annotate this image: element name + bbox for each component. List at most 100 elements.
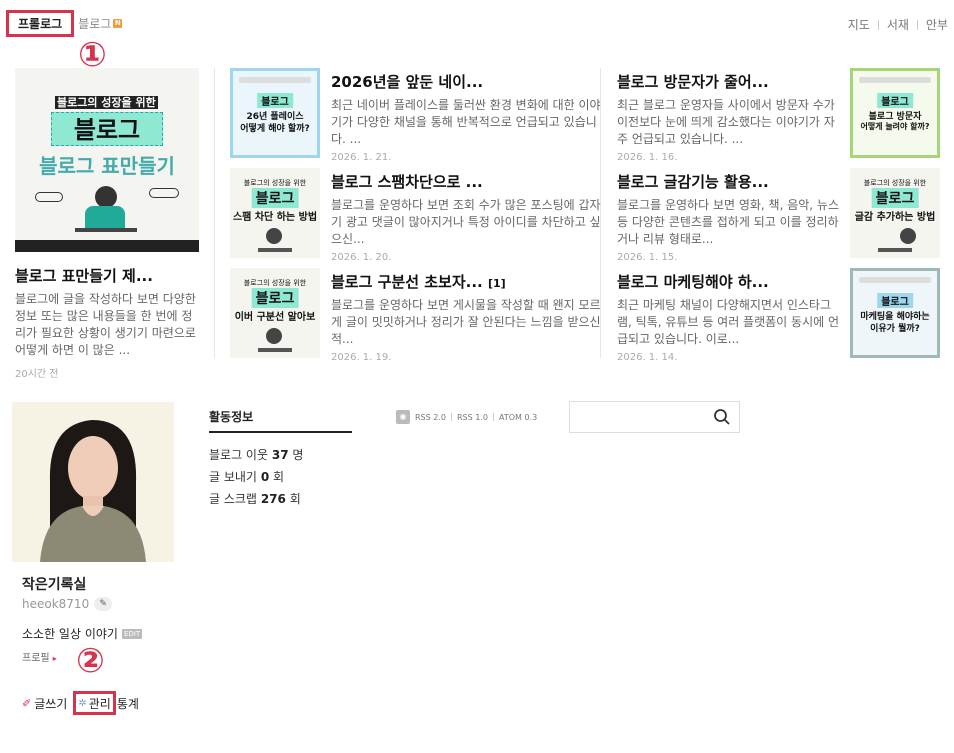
thumb-label: 블로그 <box>251 188 299 208</box>
feature-post[interactable]: 블로그의 성장을 위한 블로그 블로그 표만들기 블로그 표만들기 제... 블… <box>15 68 200 380</box>
thumb-label: 블로그 <box>871 188 919 208</box>
post-date: 2026. 1. 20. <box>331 252 392 263</box>
illustration-desk <box>75 228 137 232</box>
thumb-art: 블로그 블로그 방문자 어떻게 늘려야 할까? <box>850 68 940 158</box>
rss1-link[interactable]: RSS 1.0 <box>457 413 488 422</box>
thumb-line: 글감 추가하는 방법 <box>854 212 936 223</box>
thumb-line: 이유가 뭘까? <box>870 324 920 334</box>
thumb-art: 블로그 26년 플레이스 어떻게 해야 할까? <box>230 68 320 158</box>
new-badge: N <box>113 18 123 28</box>
post-thumbnail[interactable]: 블로그 블로그 방문자 어떻게 늘려야 할까? <box>850 68 940 158</box>
illustration-person <box>95 186 117 208</box>
illustration-person <box>900 228 916 244</box>
post-title[interactable]: 블로그 마케팅해야 하... <box>617 271 842 292</box>
thumb-bar <box>239 77 311 83</box>
thumb-label: 블로그의 성장을 위한 <box>243 179 307 187</box>
stats-button[interactable]: 통계 <box>117 695 139 712</box>
tab-blog[interactable]: 블로그 N <box>78 15 123 32</box>
post-item[interactable]: 블로그 마케팅해야 하... 최근 마케팅 채널이 다양해지면서 인스타그램, … <box>617 271 842 363</box>
rss-icon: ◉ <box>396 410 410 424</box>
thumb-art: 블로그의 성장을 위한 블로그 이버 구분선 알아보 <box>230 268 320 358</box>
thumb-label: 블로그의 성장을 위한 <box>243 279 307 287</box>
post-thumbnail[interactable]: 블로그의 성장을 위한 블로그 스팸 차단 하는 방법 <box>230 168 320 258</box>
rss2-link[interactable]: RSS 2.0 <box>415 413 446 422</box>
post-item[interactable]: 블로그 구분선 초보자... [1] 블로그를 운영하다 보면 게시물을 작성할… <box>331 271 601 363</box>
profile-desc: 소소한 일상 이야기 <box>22 627 118 641</box>
profile-link-label: 프로필 <box>22 653 50 664</box>
post-title[interactable]: 블로그 스팸차단으로 ... <box>331 171 601 192</box>
profile-name: 작은기록실 <box>22 577 87 593</box>
search-icon[interactable] <box>713 408 731 426</box>
write-label: 글쓰기 <box>34 696 68 711</box>
callout-one: ① <box>78 35 107 75</box>
thumb-line: 스팸 차단 하는 방법 <box>232 212 318 223</box>
write-button[interactable]: ✐ 글쓰기 <box>22 695 67 712</box>
illustration-desk <box>878 248 912 252</box>
edit-button[interactable]: EDIT <box>121 628 143 639</box>
menu-library[interactable]: 서재 <box>887 16 909 33</box>
post-item[interactable]: 블로그 방문자가 줄어... 최근 블로그 운영자들 사이에서 방문자 수가 이… <box>617 71 842 163</box>
rss-links: ◉ RSS 2.0 RSS 1.0 ATOM 0.3 <box>396 410 537 424</box>
activity-value[interactable]: 0 <box>261 470 269 484</box>
illustration-person <box>266 328 282 344</box>
top-right-menu: 지도 서재 안부 <box>848 16 948 33</box>
post-excerpt: 블로그를 운영하다 보면 영화, 책, 음악, 뉴스 등 다양한 콘텐츠를 접하… <box>617 198 840 246</box>
post-item[interactable]: 2026년을 앞둔 네이... 최근 네이버 플레이스를 둘러싼 환경 변화에 … <box>331 71 601 163</box>
activity-row: 블로그 이웃 37 명 <box>209 446 352 463</box>
activity-unit: 회 <box>273 470 285 484</box>
illustration-bubble <box>149 188 179 198</box>
thumb-title: 블로그 <box>51 112 163 146</box>
comment-count[interactable]: [1] <box>488 277 506 290</box>
thumb-label: 블로그 <box>251 288 299 308</box>
gear-icon: ✲ <box>78 697 87 709</box>
post-item[interactable]: 블로그 스팸차단으로 ... 블로그를 운영하다 보면 조회 수가 많은 포스팅… <box>331 171 601 263</box>
divider <box>492 413 494 421</box>
menu-map[interactable]: 지도 <box>848 16 870 33</box>
post-date: 2026. 1. 19. <box>331 352 392 363</box>
search-input[interactable] <box>569 401 740 433</box>
tab-prologue[interactable]: 프롤로그 <box>6 9 75 37</box>
thumb-art: 블로그 마케팅을 해야하는 이유가 뭘까? <box>850 268 940 358</box>
post-date: 2026. 1. 15. <box>617 252 678 263</box>
thumb-footer <box>15 240 199 252</box>
thumb-bar <box>859 77 931 83</box>
post-title[interactable]: 블로그 구분선 초보자... <box>331 273 483 291</box>
menu-guestbook[interactable]: 안부 <box>926 16 948 33</box>
post-thumbnail[interactable]: 블로그 마케팅을 해야하는 이유가 뭘까? <box>850 268 940 358</box>
feature-post-title[interactable]: 블로그 표만들기 제... <box>15 265 200 286</box>
thumb-subtitle: 블로그의 성장을 위한 <box>55 96 158 109</box>
post-title[interactable]: 블로그 방문자가 줄어... <box>617 71 842 92</box>
profile-photo[interactable] <box>12 402 174 562</box>
thumb-label: 블로그의 성장을 위한 <box>863 179 927 187</box>
post-title[interactable]: 2026년을 앞둔 네이... <box>331 71 601 92</box>
profile-link[interactable]: 프로필 ▸ <box>22 649 57 664</box>
atom-link[interactable]: ATOM 0.3 <box>499 413 537 422</box>
post-thumbnail[interactable]: 블로그의 성장을 위한 블로그 이버 구분선 알아보 <box>230 268 320 358</box>
admin-button[interactable]: ✲ 관리 <box>73 691 116 715</box>
activity-value[interactable]: 37 <box>272 448 289 462</box>
avatar <box>12 402 174 562</box>
activity-unit: 회 <box>289 492 301 506</box>
post-excerpt: 최근 네이버 플레이스를 둘러싼 환경 변화에 대한 이야기가 다양한 채널을 … <box>331 98 601 146</box>
thumb-label: 블로그 <box>877 93 913 108</box>
post-item[interactable]: 블로그 글감기능 활용... 블로그를 운영하다 보면 영화, 책, 음악, 뉴… <box>617 171 842 263</box>
feature-thumbnail[interactable]: 블로그의 성장을 위한 블로그 블로그 표만들기 <box>15 68 199 252</box>
post-title-row: 블로그 구분선 초보자... [1] <box>331 271 601 292</box>
activity-label: 블로그 이웃 <box>209 448 269 462</box>
top-tabs: 프롤로그 블로그 N <box>6 9 123 37</box>
illustration-person <box>266 228 282 244</box>
post-thumbnail[interactable]: 블로그의 성장을 위한 블로그 글감 추가하는 방법 <box>850 168 940 258</box>
post-title[interactable]: 블로그 글감기능 활용... <box>617 171 842 192</box>
activity-row: 글 보내기 0 회 <box>209 468 352 485</box>
thumb-caption: 블로그 표만들기 <box>39 154 175 178</box>
post-thumbnail[interactable]: 블로그 26년 플레이스 어떻게 해야 할까? <box>230 68 320 158</box>
activity-value[interactable]: 276 <box>261 492 286 506</box>
activity-label: 글 스크랩 <box>209 492 257 506</box>
divider <box>214 68 215 358</box>
post-excerpt: 블로그를 운영하다 보면 조회 수가 많은 포스팅에 갑자기 광고 댓글이 많아… <box>331 198 601 246</box>
tab-blog-label: 블로그 <box>78 16 112 31</box>
pencil-icon[interactable]: ✎ <box>94 597 113 611</box>
illustration-desk <box>258 348 292 352</box>
thumb-label: 블로그 <box>877 293 913 308</box>
pencil-icon: ✐ <box>22 696 32 710</box>
